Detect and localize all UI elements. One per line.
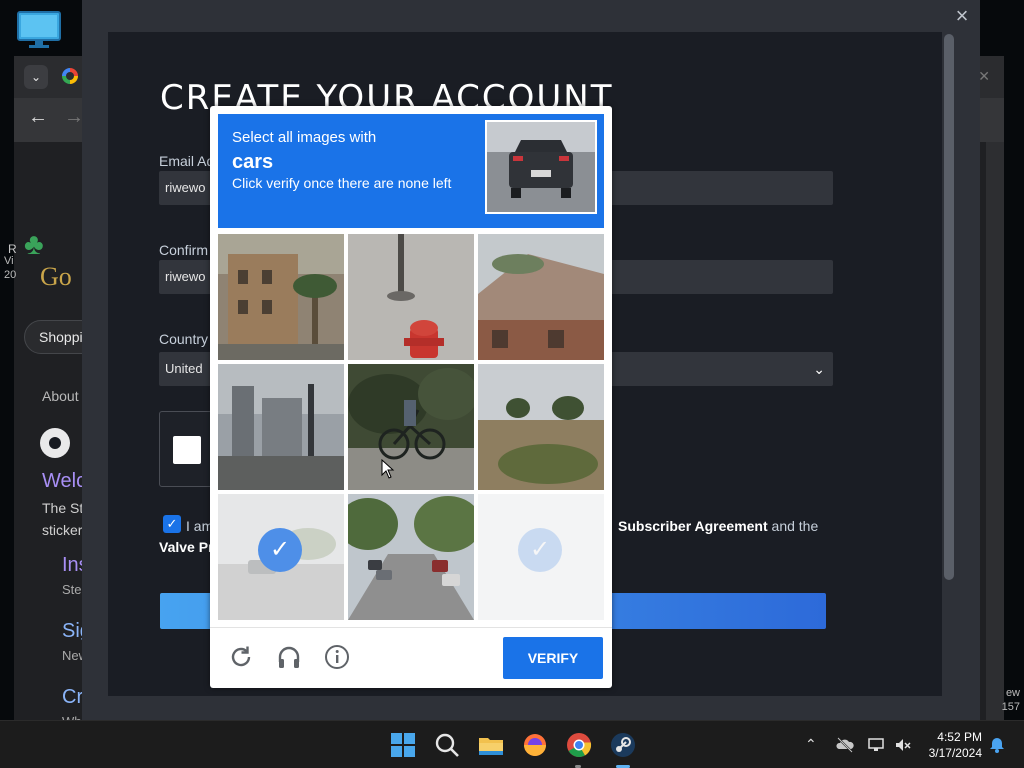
steam-result-icon [40,428,70,458]
tab-search-dropdown[interactable]: ⌄ [24,65,48,89]
this-pc-desktop-icon[interactable] [16,10,62,50]
email-label: Email Ad [159,153,215,169]
google-favicon-icon[interactable] [62,68,78,84]
selected-check-icon: ✓ [518,528,562,572]
right-edge-line2: 157 [1001,701,1020,713]
tile-road-car[interactable]: ✓ [218,494,344,620]
search-icon[interactable] [433,731,461,759]
mouse-cursor-icon [381,459,395,479]
result-snippet-line2: sticker [42,522,83,538]
google-results-left-peek: R ♣ Go Shoppi About Welc The St sticker … [8,142,104,729]
headphones-icon[interactable] [276,644,302,670]
captcha-widget [159,411,215,487]
agree-checkbox[interactable]: ✓ [163,515,181,533]
firefox-icon[interactable] [521,731,549,759]
country-value: United [165,361,203,376]
sitelink-1-sub: Ste [62,582,82,597]
file-explorer-icon[interactable] [477,731,505,759]
result-title[interactable]: Welc [42,470,86,493]
tray-overflow-chevron-icon[interactable]: ⌃ [805,736,823,754]
refresh-icon[interactable] [228,644,254,670]
subscriber-agreement-link[interactable]: Subscriber Agreement [618,518,768,534]
tile-field[interactable] [478,364,604,490]
steam-icon[interactable] [609,731,637,759]
dialog-close-button[interactable]: × [950,4,974,28]
left-edge-peek: Vi 20 [4,254,16,282]
tile-bicycle[interactable] [348,364,474,490]
clock-date: 3/17/2024 [928,746,982,760]
back-button[interactable]: ← [28,106,48,129]
agree-and-text: and the [771,518,819,534]
chevron-down-icon: ⌄ [813,361,825,377]
clover-doodle-icon: ♣ [24,228,44,261]
tile-hydrant[interactable] [348,234,474,360]
tile-blank-faded[interactable]: ✓ [478,494,604,620]
valve-privacy-link[interactable]: Valve Pr [159,539,214,555]
challenge-prompt-line1: Select all images with [232,129,377,146]
dialog-scrollbar[interactable] [944,34,954,580]
confirm-email-label: Confirm [159,242,209,258]
google-logo[interactable]: Go [40,262,72,292]
tile-building-palm[interactable] [218,234,344,360]
right-edge-peek: ew 157 [1002,686,1020,714]
close-tab-icon[interactable]: ✕ [978,68,990,85]
chrome-scrollbar[interactable] [986,142,1004,720]
challenge-prompt-line3: Click verify once there are none left [232,175,452,191]
right-edge-line1: ew [1005,687,1020,699]
chrome-icon[interactable] [565,731,593,759]
captcha-challenge-popup: Select all images with cars Click verify… [210,106,612,688]
agree-text-tail: Subscriber Agreement and the [618,518,818,534]
about-label: About [42,388,79,404]
left-edge-line2: 20 [4,269,17,281]
result-snippet: The St [42,500,84,516]
tile-street-cars[interactable] [348,494,474,620]
volume-muted-icon[interactable] [894,736,912,754]
notification-bell-icon[interactable] [988,736,1006,754]
windows-taskbar: ⌃ 4:52 PM 3/17/2024 [0,720,1024,768]
challenge-divider [210,627,612,628]
sample-image-car [485,120,597,214]
challenge-target-word: cars [232,151,274,173]
country-label: Country [159,331,209,347]
system-clock[interactable]: 4:52 PM 3/17/2024 [929,729,982,761]
left-edge-line1: Vi [4,255,14,267]
challenge-header: Select all images with cars Click verify… [218,114,604,228]
tile-roof[interactable] [478,234,604,360]
clock-time: 4:52 PM [937,730,982,744]
network-icon[interactable] [867,736,885,754]
captcha-checkbox[interactable] [173,436,201,464]
tile-industrial[interactable] [218,364,344,490]
onedrive-offline-icon[interactable] [836,736,854,754]
sitelink-3[interactable]: Cr [62,686,83,709]
forward-button[interactable]: → [64,106,84,129]
windows-start-icon[interactable] [389,731,417,759]
selected-check-icon: ✓ [258,528,302,572]
verify-button[interactable]: VERIFY [503,637,603,679]
info-icon[interactable] [324,644,350,670]
